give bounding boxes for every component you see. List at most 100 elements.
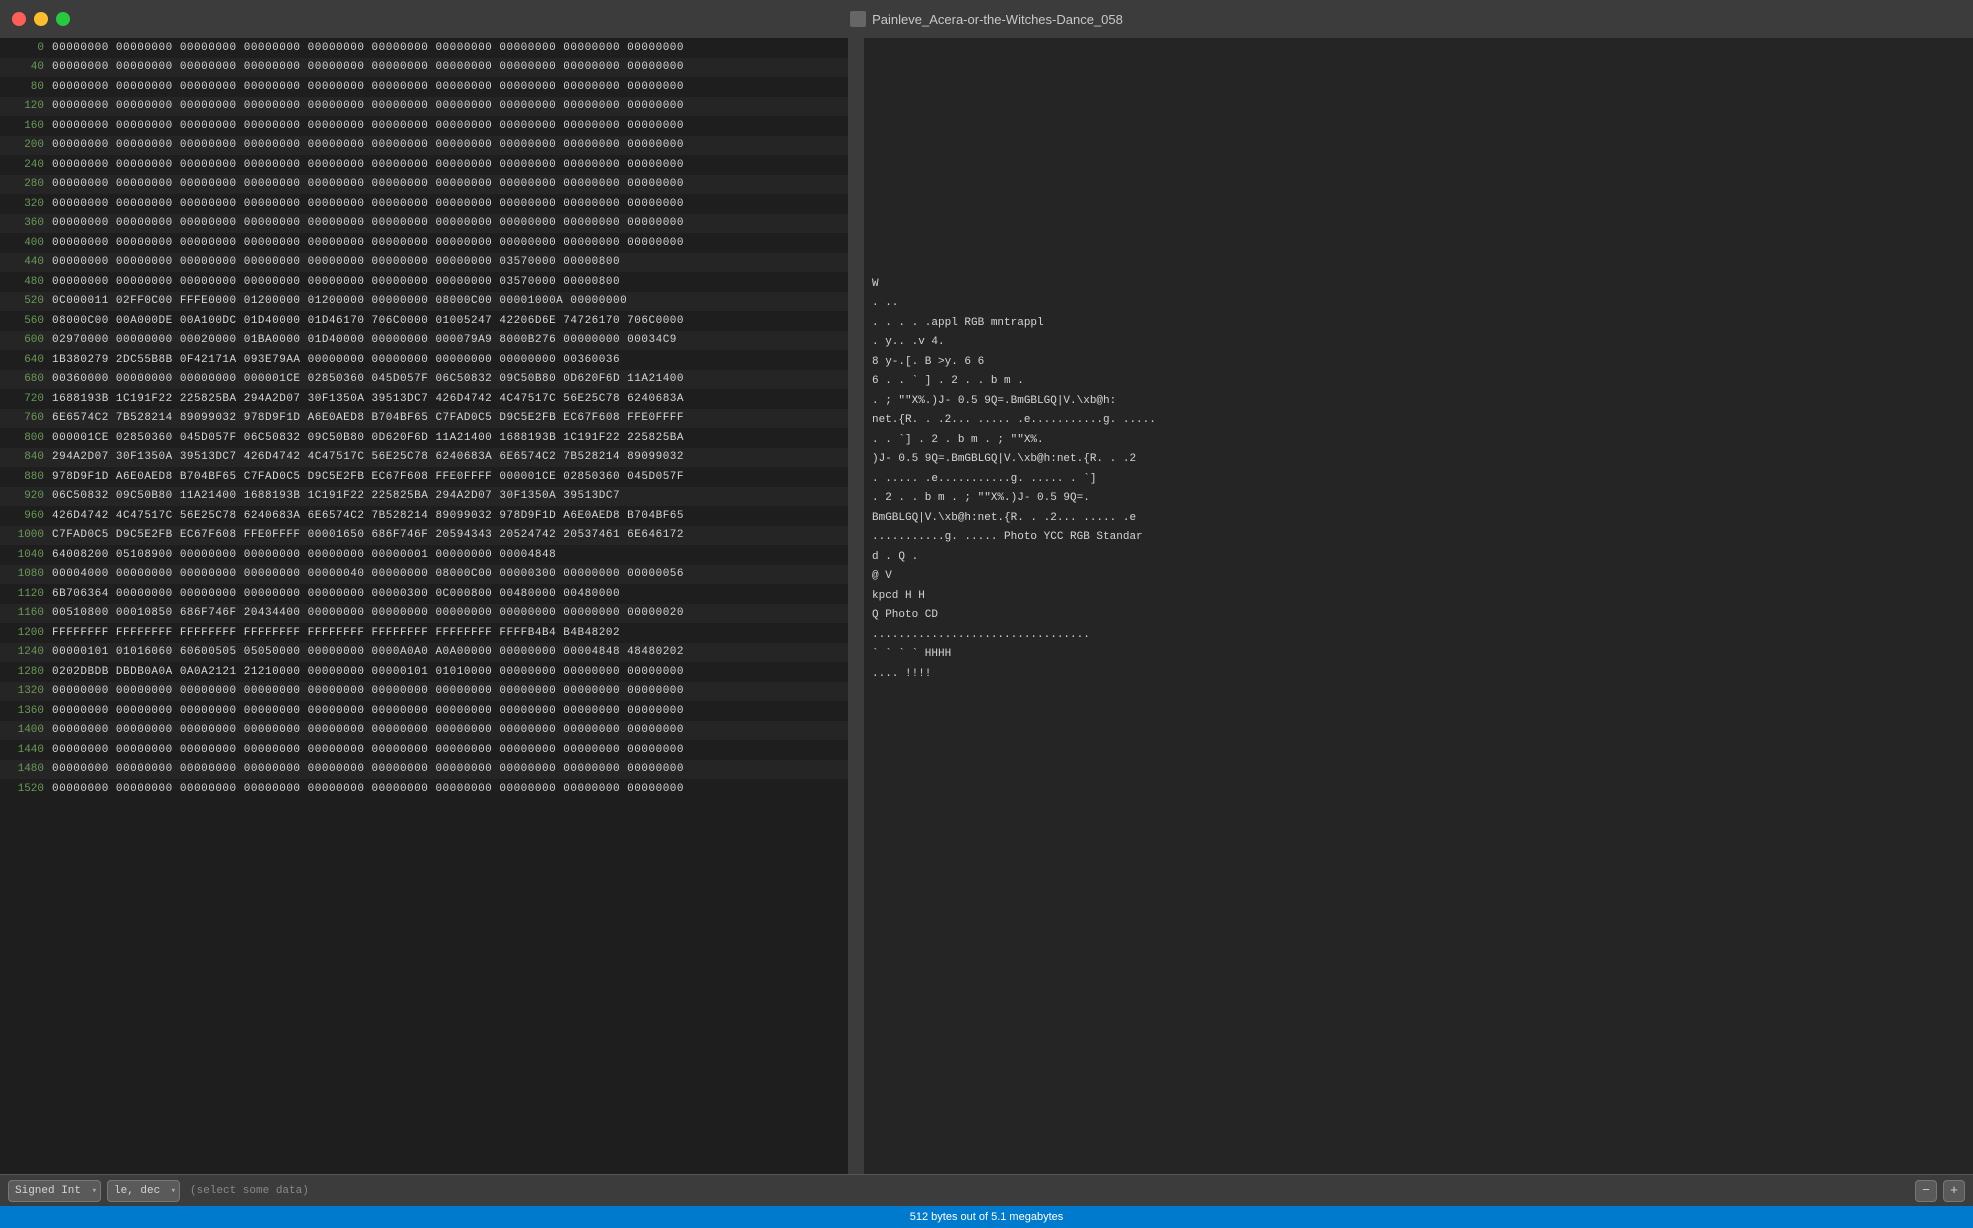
row-bytes: 00000000 00000000 00000000 00000000 0000…	[52, 217, 848, 229]
hex-row[interactable]: 92006C50832 09C50B80 11A21400 1688193B 1…	[0, 487, 848, 507]
row-offset: 400	[0, 237, 52, 249]
increment-button[interactable]: +	[1943, 1180, 1965, 1202]
row-offset: 160	[0, 120, 52, 132]
row-bytes: 00000000 00000000 00000000 00000000 0000…	[52, 237, 848, 249]
row-offset: 680	[0, 373, 52, 385]
ascii-row: @ V	[872, 567, 1965, 587]
hex-row[interactable]: 880978D9F1D A6E0AED8 B704BF65 C7FAD0C5 D…	[0, 467, 848, 487]
ascii-panel: W . .. . . . . .appl RGB mntrappl . y.. …	[863, 38, 1973, 1174]
ascii-row: Q Photo CD	[872, 606, 1965, 626]
ascii-row	[872, 99, 1965, 119]
hex-row[interactable]: 48000000000 00000000 00000000 00000000 0…	[0, 272, 848, 292]
hex-panel[interactable]: 000000000 00000000 00000000 00000000 000…	[0, 38, 848, 1174]
hex-row[interactable]: 800000001CE 02850360 045D057F 06C50832 0…	[0, 428, 848, 448]
row-offset: 200	[0, 139, 52, 151]
hex-row[interactable]: 136000000000 00000000 00000000 00000000 …	[0, 701, 848, 721]
hex-row[interactable]: 60002970000 00000000 00020000 01BA0000 0…	[0, 331, 848, 351]
hex-row[interactable]: 36000000000 00000000 00000000 00000000 0…	[0, 214, 848, 234]
row-offset: 1520	[0, 783, 52, 795]
hex-row[interactable]: 68000360000 00000000 00000000 000001CE 0…	[0, 370, 848, 390]
ascii-row	[872, 157, 1965, 177]
hex-row[interactable]: 44000000000 00000000 00000000 00000000 0…	[0, 253, 848, 273]
row-bytes: 00000000 00000000 00000000 00000000 0000…	[52, 744, 848, 756]
ascii-row	[872, 235, 1965, 255]
row-bytes: 0C000011 02FF0C00 FFFE0000 01200000 0120…	[52, 295, 848, 307]
format-select[interactable]: le, dec	[107, 1180, 180, 1202]
minimize-button[interactable]	[34, 12, 48, 26]
hex-row[interactable]: 152000000000 00000000 00000000 00000000 …	[0, 779, 848, 799]
row-offset: 480	[0, 276, 52, 288]
hex-row[interactable]: 7606E6574C2 7B528214 89099032 978D9F1D A…	[0, 409, 848, 429]
row-offset: 1120	[0, 588, 52, 600]
ascii-row: W	[872, 274, 1965, 294]
ascii-row: net.{R. . .2... ..... .e...........g. ..…	[872, 411, 1965, 431]
row-bytes: 0202DBDB DBDB0A0A 0A0A2121 21210000 0000…	[52, 666, 848, 678]
hex-row[interactable]: 20000000000 00000000 00000000 00000000 0…	[0, 136, 848, 156]
hex-row[interactable]: 32000000000 00000000 00000000 00000000 0…	[0, 194, 848, 214]
row-bytes: 02970000 00000000 00020000 01BA0000 01D4…	[52, 334, 848, 346]
hex-row[interactable]: 148000000000 00000000 00000000 00000000 …	[0, 760, 848, 780]
row-bytes: 00004000 00000000 00000000 00000000 0000…	[52, 568, 848, 580]
hex-row[interactable]: 144000000000 00000000 00000000 00000000 …	[0, 740, 848, 760]
hex-row[interactable]: 11206B706364 00000000 00000000 00000000 …	[0, 584, 848, 604]
traffic-lights	[12, 12, 70, 26]
hex-row[interactable]: 56008000C00 00A000DE 00A100DC 01D40000 0…	[0, 311, 848, 331]
ascii-row: . ..... .e...........g. ..... . `]	[872, 469, 1965, 489]
hex-row[interactable]: 1200FFFFFFFF FFFFFFFF FFFFFFFF FFFFFFFF …	[0, 623, 848, 643]
hex-row[interactable]: 116000510800 00010850 686F746F 20434400 …	[0, 604, 848, 624]
ascii-row	[872, 79, 1965, 99]
ascii-row: . ..	[872, 294, 1965, 314]
row-bytes: 00360000 00000000 00000000 000001CE 0285…	[52, 373, 848, 385]
hex-row[interactable]: 1000C7FAD0C5 D9C5E2FB EC67F608 FFE0FFFF …	[0, 526, 848, 546]
hex-row[interactable]: 28000000000 00000000 00000000 00000000 0…	[0, 175, 848, 195]
ascii-row: d . Q .	[872, 547, 1965, 567]
row-bytes: C7FAD0C5 D9C5E2FB EC67F608 FFE0FFFF 0000…	[52, 529, 848, 541]
toolbar-hint: (select some data)	[190, 1185, 309, 1197]
window-title: Painleve_Acera-or-the-Witches-Dance_058	[850, 11, 1123, 27]
hex-row[interactable]: 12800202DBDB DBDB0A0A 0A0A2121 21210000 …	[0, 662, 848, 682]
row-bytes: 00000000 00000000 00000000 00000000 0000…	[52, 100, 848, 112]
hex-row[interactable]: 108000004000 00000000 00000000 00000000 …	[0, 565, 848, 585]
hex-row[interactable]: 4000000000 00000000 00000000 00000000 00…	[0, 58, 848, 78]
hex-row[interactable]: 7201688193B 1C191F22 225825BA 294A2D07 3…	[0, 389, 848, 409]
title-bar: Painleve_Acera-or-the-Witches-Dance_058	[0, 0, 1973, 38]
type-select-wrapper[interactable]: Signed Int	[8, 1180, 101, 1202]
ascii-row: . 2 . . b m . ; ""X%.)J- 0.5 9Q=.	[872, 489, 1965, 509]
hex-row[interactable]: 960426D4742 4C47517C 56E25C78 6240683A 6…	[0, 506, 848, 526]
ascii-row	[872, 60, 1965, 80]
hex-row[interactable]: 840294A2D07 30F1350A 39513DC7 426D4742 4…	[0, 448, 848, 468]
app-icon	[850, 11, 866, 27]
ascii-row	[872, 723, 1965, 743]
type-select[interactable]: Signed Int	[8, 1180, 101, 1202]
hex-row[interactable]: 124000000101 01016060 60600505 05050000 …	[0, 643, 848, 663]
ascii-row	[872, 684, 1965, 704]
hex-row[interactable]: 12000000000 00000000 00000000 00000000 0…	[0, 97, 848, 117]
row-offset: 440	[0, 256, 52, 268]
format-select-wrapper[interactable]: le, dec	[107, 1180, 180, 1202]
ascii-row: .................................	[872, 625, 1965, 645]
row-offset: 1320	[0, 685, 52, 697]
ascii-row	[872, 177, 1965, 197]
hex-row[interactable]: 40000000000 00000000 00000000 00000000 0…	[0, 233, 848, 253]
hex-row[interactable]: 16000000000 00000000 00000000 00000000 0…	[0, 116, 848, 136]
ascii-row: . . . . .appl RGB mntrappl	[872, 313, 1965, 333]
hex-row[interactable]: 104064008200 05108900 00000000 00000000 …	[0, 545, 848, 565]
row-bytes: 00000000 00000000 00000000 00000000 0000…	[52, 61, 848, 73]
hex-row[interactable]: 140000000000 00000000 00000000 00000000 …	[0, 721, 848, 741]
close-button[interactable]	[12, 12, 26, 26]
hex-row[interactable]: 24000000000 00000000 00000000 00000000 0…	[0, 155, 848, 175]
hex-row[interactable]: 6401B380279 2DC55B8B 0F42171A 093E79AA 0…	[0, 350, 848, 370]
row-bytes: 00000000 00000000 00000000 00000000 0000…	[52, 159, 848, 171]
decrement-button[interactable]: −	[1915, 1180, 1937, 1202]
hex-row[interactable]: 8000000000 00000000 00000000 00000000 00…	[0, 77, 848, 97]
ascii-row: 8 y-.[. B >y. 6 6	[872, 352, 1965, 372]
row-offset: 760	[0, 412, 52, 424]
row-offset: 960	[0, 510, 52, 522]
scrollbar[interactable]	[848, 38, 863, 1174]
ascii-row	[872, 742, 1965, 762]
hex-row[interactable]: 000000000 00000000 00000000 00000000 000…	[0, 38, 848, 58]
ascii-row: .... !!!!	[872, 664, 1965, 684]
hex-row[interactable]: 5200C000011 02FF0C00 FFFE0000 01200000 0…	[0, 292, 848, 312]
hex-row[interactable]: 132000000000 00000000 00000000 00000000 …	[0, 682, 848, 702]
maximize-button[interactable]	[56, 12, 70, 26]
